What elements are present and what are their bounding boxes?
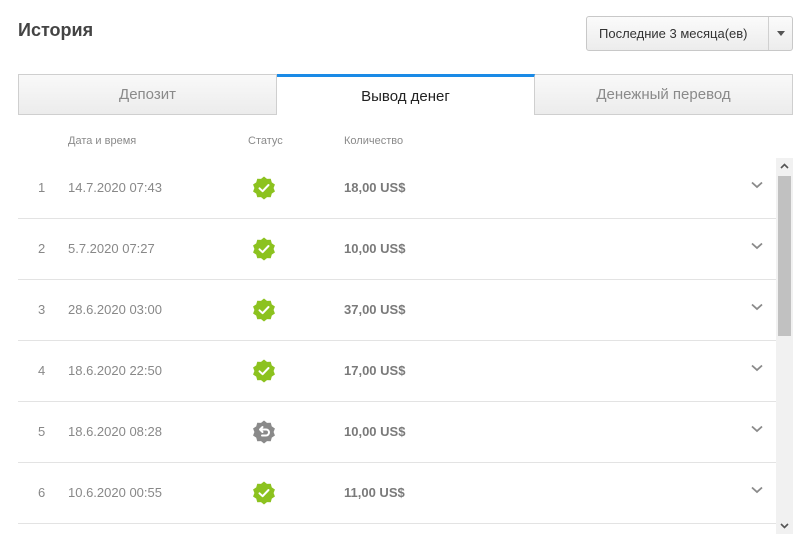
row-amount: 37,00 US$ [344,302,406,317]
row-amount: 10,00 US$ [344,424,406,439]
period-select-toggle[interactable] [768,17,792,50]
column-header-status: Статус [248,135,283,147]
chevron-down-icon[interactable] [750,239,764,253]
chevron-down-icon[interactable] [750,422,764,436]
scroll-up-button[interactable] [776,158,793,174]
tab-deposit[interactable]: Депозит [18,74,277,115]
chevron-down-icon[interactable] [750,483,764,497]
transaction-row[interactable]: 6 10.6.2020 00:55 11,00 US$ [18,463,776,524]
page-title: История [18,20,94,40]
row-date: 18.6.2020 22:50 [68,363,162,378]
badge-check-icon [253,176,275,200]
chevron-down-icon[interactable] [750,178,764,192]
badge-check-icon [253,481,275,505]
row-number: 4 [38,363,46,378]
row-number: 2 [38,241,46,256]
row-amount: 10,00 US$ [344,241,406,256]
table-header: Дата и время Статус Количество [18,135,778,149]
tab-withdrawal[interactable]: Вывод денег [277,74,535,115]
row-date: 14.7.2020 07:43 [68,180,162,195]
transaction-row[interactable]: 4 18.6.2020 22:50 17,00 US$ [18,341,776,402]
scrollbar-thumb[interactable] [778,176,791,336]
transaction-row[interactable]: 5 18.6.2020 08:28 10,00 US$ [18,402,776,463]
row-date: 18.6.2020 08:28 [68,424,162,439]
badge-check-icon [253,237,275,261]
period-select-value: Последние 3 месяца(ев) [599,26,748,41]
row-date: 28.6.2020 03:00 [68,302,162,317]
badge-check-icon [253,359,275,383]
transaction-row[interactable]: 3 28.6.2020 03:00 37,00 US$ [18,280,776,341]
badge-check-icon [253,298,275,322]
chevron-up-icon [780,163,789,169]
chevron-down-icon [780,523,789,529]
chevron-down-icon[interactable] [750,361,764,375]
chevron-down-icon[interactable] [750,300,764,314]
caret-down-icon [776,31,785,36]
tab-transfer[interactable]: Денежный перевод [535,74,793,115]
scroll-down-button[interactable] [776,518,793,534]
transaction-row[interactable]: 1 14.7.2020 07:43 18,00 US$ [18,158,776,219]
badge-return-icon [253,420,275,444]
scrollbar[interactable] [776,158,793,534]
row-amount: 11,00 US$ [344,485,405,500]
row-amount: 18,00 US$ [344,180,406,195]
row-number: 5 [38,424,46,439]
row-number: 1 [38,180,46,195]
row-number: 3 [38,302,46,317]
row-date: 5.7.2020 07:27 [68,241,155,256]
transaction-list: 1 14.7.2020 07:43 18,00 US$ 2 5.7.2020 07:27… [18,158,776,538]
row-amount: 17,00 US$ [344,363,406,378]
history-page: История Последние 3 месяца(ев) Депозит В… [0,0,800,549]
period-select[interactable]: Последние 3 месяца(ев) [586,16,793,51]
column-header-amount: Количество [344,135,404,147]
row-date: 10.6.2020 00:55 [68,485,162,500]
row-number: 6 [38,485,46,500]
history-tabs: Депозит Вывод денег Денежный перевод [18,74,793,115]
transaction-row[interactable]: 2 5.7.2020 07:27 10,00 US$ [18,219,776,280]
column-header-date: Дата и время [68,135,137,147]
